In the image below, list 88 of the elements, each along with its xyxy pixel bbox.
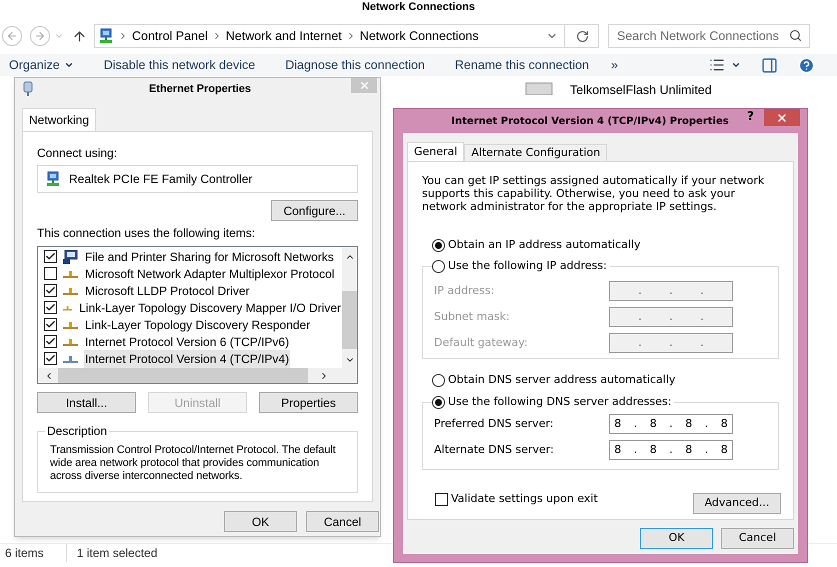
radio-label[interactable]: Obtain an IP address automatically <box>448 236 641 254</box>
toolbar-command[interactable]: Rename this connection <box>454 56 589 74</box>
dialog-button[interactable]: Configure... <box>271 200 358 221</box>
list-item[interactable]: Link-Layer Topology Discovery Responder <box>84 316 312 334</box>
tab[interactable]: General <box>407 142 464 161</box>
checkbox[interactable] <box>44 250 57 263</box>
control-panel-icon <box>98 28 114 44</box>
checkbox[interactable] <box>44 267 57 280</box>
list-item[interactable]: Link-Layer Topology Discovery Mapper I/O Driver <box>78 298 342 316</box>
close-icon <box>358 80 370 91</box>
advanced-button[interactable]: Advanced... <box>693 493 781 514</box>
checkbox[interactable] <box>44 335 57 348</box>
checkbox[interactable] <box>44 284 57 297</box>
horizontal-scrollbar[interactable] <box>38 368 357 383</box>
ip-address-field[interactable]: 8 . 8 . 8 . 8 <box>609 414 733 434</box>
vertical-scrollbar[interactable] <box>342 247 357 368</box>
dialog-button[interactable]: Cancel <box>721 528 794 549</box>
tab[interactable]: Networking <box>22 108 96 131</box>
intro-text: You can get IP settings assigned automatically if your network supports this capability. Otherwise, you need to ask your network administrator for the appropriate IP settings. <box>422 174 766 213</box>
radio-button[interactable] <box>432 396 445 409</box>
toolbar-command[interactable]: » <box>611 56 618 74</box>
search-icon <box>789 29 802 42</box>
search-field[interactable]: Search Network Connections <box>608 24 810 48</box>
status-text: 1 item selected <box>66 544 158 562</box>
radio-label[interactable]: Obtain DNS server address automatically <box>448 372 676 388</box>
dialog-button[interactable]: Install... <box>37 392 136 413</box>
dialog-button[interactable]: Properties <box>259 392 358 413</box>
dialog-button[interactable]: Cancel <box>306 511 379 532</box>
status-text: 6 items <box>5 545 44 562</box>
field-label: Preferred DNS server: <box>434 416 554 430</box>
close-button[interactable] <box>764 109 800 126</box>
protocol-icon <box>63 320 78 328</box>
checkbox[interactable] <box>44 318 57 331</box>
group-title: Description <box>45 424 110 438</box>
breadcrumb-item[interactable]: Network and Internet <box>226 26 342 46</box>
radio-button[interactable] <box>432 238 445 252</box>
field-label: Default gateway: <box>434 336 528 349</box>
computer-icon <box>63 250 78 264</box>
toolbar-command[interactable]: Organize <box>9 56 60 74</box>
radio-button[interactable] <box>432 260 445 273</box>
help-button[interactable]: ? <box>747 109 754 123</box>
section-label: Connect using: <box>37 145 118 162</box>
radio-label[interactable]: Use the following IP address: <box>448 258 607 274</box>
radio-button[interactable] <box>432 374 445 386</box>
forward-arrow-icon <box>34 30 46 42</box>
back-arrow-icon <box>6 30 18 42</box>
protocol-icon <box>63 286 78 294</box>
preview-pane-icon[interactable] <box>761 56 778 74</box>
dialog-title: Ethernet Properties <box>148 82 252 97</box>
protocol-icon <box>63 338 78 346</box>
help-icon[interactable] <box>798 56 815 74</box>
breadcrumb-item[interactable]: Control Panel <box>132 26 208 46</box>
breadcrumb-item[interactable]: Network Connections <box>360 26 479 46</box>
checkbox-label[interactable]: Validate settings upon exit <box>451 491 598 508</box>
checkbox[interactable] <box>44 301 57 314</box>
network-adapter-icon <box>45 171 61 187</box>
close-icon <box>776 112 788 124</box>
tab[interactable]: Alternate Configuration <box>464 144 608 161</box>
section-label: This connection uses the following items: <box>37 225 256 242</box>
field-label: IP address: <box>434 284 494 297</box>
adapter-name: Realtek PCIe FE Family Controller <box>69 171 252 188</box>
field-label: Alternate DNS server: <box>434 442 554 456</box>
list-item[interactable]: Microsoft Network Adapter Multiplexor Protocol <box>84 264 336 282</box>
refresh-icon[interactable] <box>576 30 589 42</box>
window-title: Network Connections <box>362 0 476 15</box>
checkbox[interactable] <box>44 352 57 365</box>
list-item[interactable]: Internet Protocol Version 6 (TCP/IPv6) <box>84 332 290 350</box>
view-options-icon[interactable] <box>709 57 725 73</box>
toolbar-command[interactable]: Disable this network device <box>104 56 256 74</box>
connection-name[interactable]: TelkomselFlash Unlimited <box>570 81 712 100</box>
up-button[interactable] <box>72 28 87 44</box>
checkbox[interactable] <box>435 493 448 506</box>
plug-icon <box>23 81 33 97</box>
protocol-icon <box>63 354 78 362</box>
protocol-icon <box>63 270 78 278</box>
description-text: Transmission Control Protocol/Internet Protocol. The default wide area network protocol that provides communication across diverse interconnected networks. <box>50 444 337 483</box>
list-item[interactable]: Internet Protocol Version 4 (TCP/IPv4) <box>84 350 290 368</box>
dialog-button[interactable]: OK <box>640 528 713 549</box>
toolbar-command[interactable]: Diagnose this connection <box>285 56 425 74</box>
list-item[interactable]: File and Printer Sharing for Microsoft Networks <box>84 248 335 266</box>
protocol-icon <box>63 304 72 312</box>
address-bar[interactable]: Control Panel Network and Internet Network Connections <box>94 24 599 48</box>
radio-label[interactable]: Use the following DNS server addresses: <box>448 394 672 410</box>
ip-address-field[interactable]: 8 . 8 . 8 . 8 <box>609 440 733 460</box>
dialog-button[interactable]: OK <box>224 511 297 532</box>
field-label: Subnet mask: <box>434 310 510 323</box>
dialog-title: Internet Protocol Version 4 (TCP/IPv4) Properties <box>451 115 729 129</box>
list-item[interactable]: Microsoft LLDP Protocol Driver <box>84 282 250 300</box>
